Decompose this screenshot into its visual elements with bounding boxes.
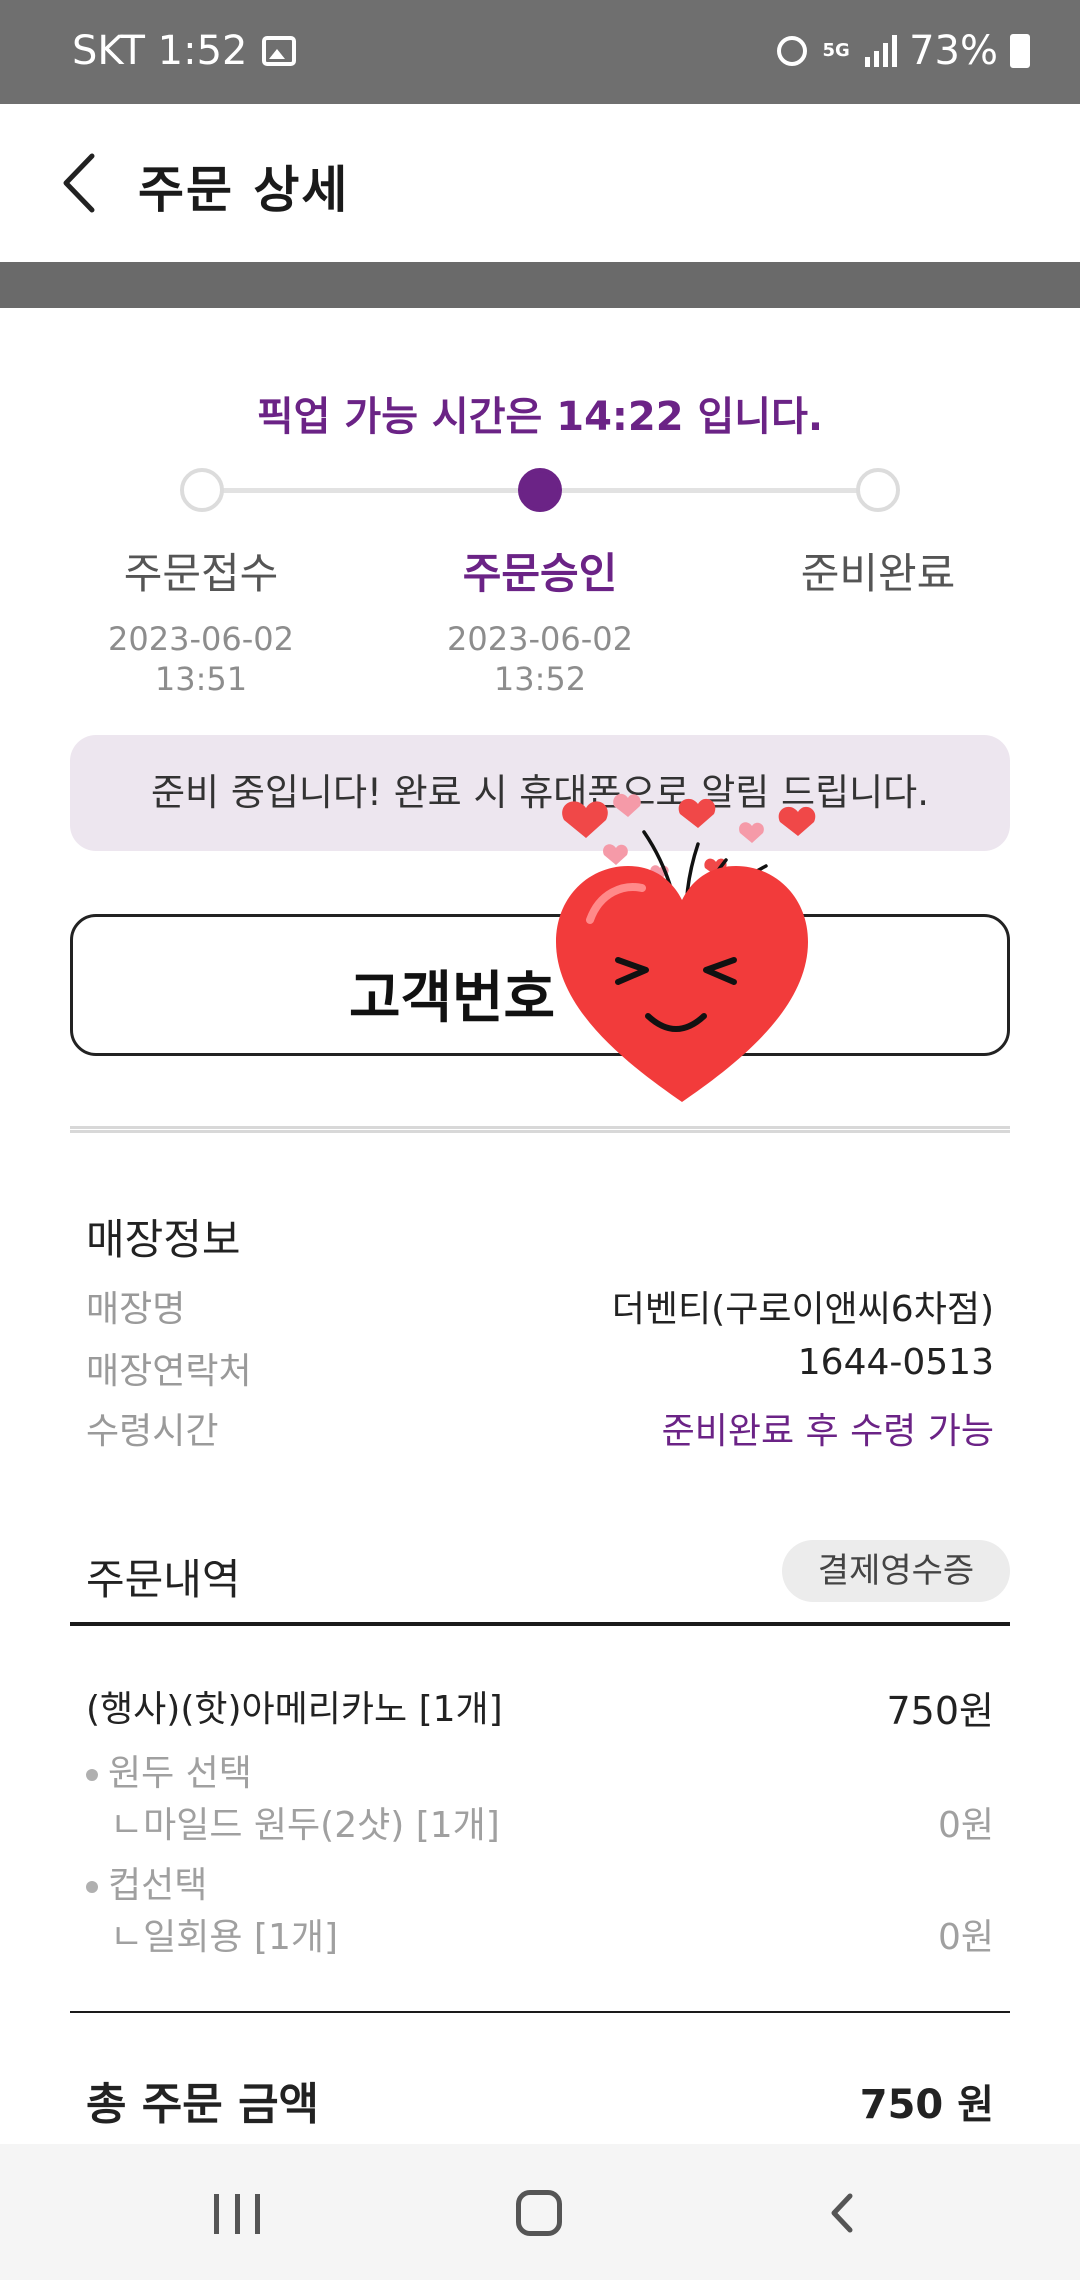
store-name-key: 매장명	[86, 1289, 186, 1330]
page-title: 주문 상세	[138, 161, 350, 219]
option-group: 원두 선택	[86, 1744, 994, 1796]
total-divider	[70, 2011, 1010, 2013]
order-item: (행사)(핫)아메리카노 [1개] 750원	[86, 1680, 995, 1733]
step-approved: 주문승인 2023-06-02 13:52	[390, 540, 690, 699]
order-item-price: 750원	[886, 1689, 995, 1733]
step-date: 2023-06-02	[447, 620, 633, 658]
order-divider	[70, 1622, 1010, 1626]
total-label: 총 주문 금액	[86, 2079, 320, 2130]
bullet-icon	[86, 1881, 98, 1893]
order-details-title: 주문내역	[86, 1555, 241, 1604]
alarm-icon	[777, 36, 808, 66]
ticket-band-edge	[0, 298, 1080, 318]
nav-recent-icon[interactable]	[214, 2194, 260, 2234]
image-icon	[261, 36, 296, 66]
store-name-value: 더벤티(구로이앤씨6차점)	[611, 1289, 994, 1330]
store-phone-key: 매장연락처	[86, 1351, 252, 1392]
pickup-time-row: 수령시간 준비완료 후 수령 가능	[86, 1402, 994, 1452]
option-choice-name: ㄴ마일드 원두(2샷) [1개]	[110, 1805, 500, 1846]
pickup-time-key: 수령시간	[86, 1411, 219, 1452]
option-group-name: 컵선택	[108, 1865, 208, 1906]
option-price: 0원	[937, 1917, 994, 1958]
store-name-row: 매장명 더벤티(구로이앤씨6차점)	[86, 1280, 994, 1330]
option-group-name: 원두 선택	[108, 1753, 252, 1794]
progress-dot-ready	[856, 468, 900, 512]
progress-dot-approved	[518, 468, 562, 512]
app-header: 주문 상세	[0, 104, 1080, 262]
step-ready: 준비완료	[728, 540, 1028, 601]
bullet-icon	[86, 1769, 98, 1781]
store-phone-value[interactable]: 1644-0513	[798, 1342, 994, 1383]
pickup-time-message: 픽업 가능 시간은 14:22 입니다.	[256, 394, 824, 440]
heart-sticker	[556, 793, 816, 1102]
option-price: 0원	[937, 1805, 994, 1846]
step-time: 13:52	[493, 660, 587, 698]
nav-home-icon[interactable]	[516, 2190, 562, 2236]
step-received: 주문접수 2023-06-02 13:51	[51, 540, 351, 699]
step-label: 주문승인	[462, 549, 618, 598]
section-divider	[70, 1126, 1010, 1133]
progress-dot-received	[180, 468, 224, 512]
step-time: 13:51	[154, 660, 248, 698]
carrier-time: SKT 1:52	[72, 28, 248, 74]
back-arrow-icon	[63, 153, 95, 213]
battery-percent: 73%	[909, 28, 998, 74]
total-value: 750 원	[859, 2082, 994, 2128]
option-choice: ㄴ일회용 [1개] 0원	[86, 1908, 994, 1960]
option-group: 컵선택	[86, 1856, 994, 1908]
order-item-name: (행사)(핫)아메리카노 [1개]	[86, 1689, 503, 1730]
pickup-time-value: 준비완료 후 수령 가능	[661, 1411, 994, 1452]
store-phone-row: 매장연락처 1644-0513	[86, 1342, 994, 1392]
status-bar: SKT 1:52 5G 73%	[0, 0, 1080, 104]
network-5g-icon: 5G	[822, 40, 850, 61]
step-label: 주문접수	[123, 549, 279, 598]
navigation-bar	[0, 2144, 1080, 2280]
option-choice: ㄴ마일드 원두(2샷) [1개] 0원	[86, 1796, 994, 1848]
store-info-title: 매장정보	[86, 1215, 241, 1264]
battery-icon	[1010, 34, 1030, 68]
signal-icon	[865, 35, 898, 67]
option-choice-name: ㄴ일회용 [1개]	[110, 1917, 339, 1958]
step-date: 2023-06-02	[108, 620, 294, 658]
nav-back-icon[interactable]	[820, 2190, 866, 2236]
back-button[interactable]	[50, 148, 120, 218]
step-label: 준비완료	[800, 549, 956, 598]
receipt-button[interactable]: 결제영수증	[782, 1540, 1010, 1602]
